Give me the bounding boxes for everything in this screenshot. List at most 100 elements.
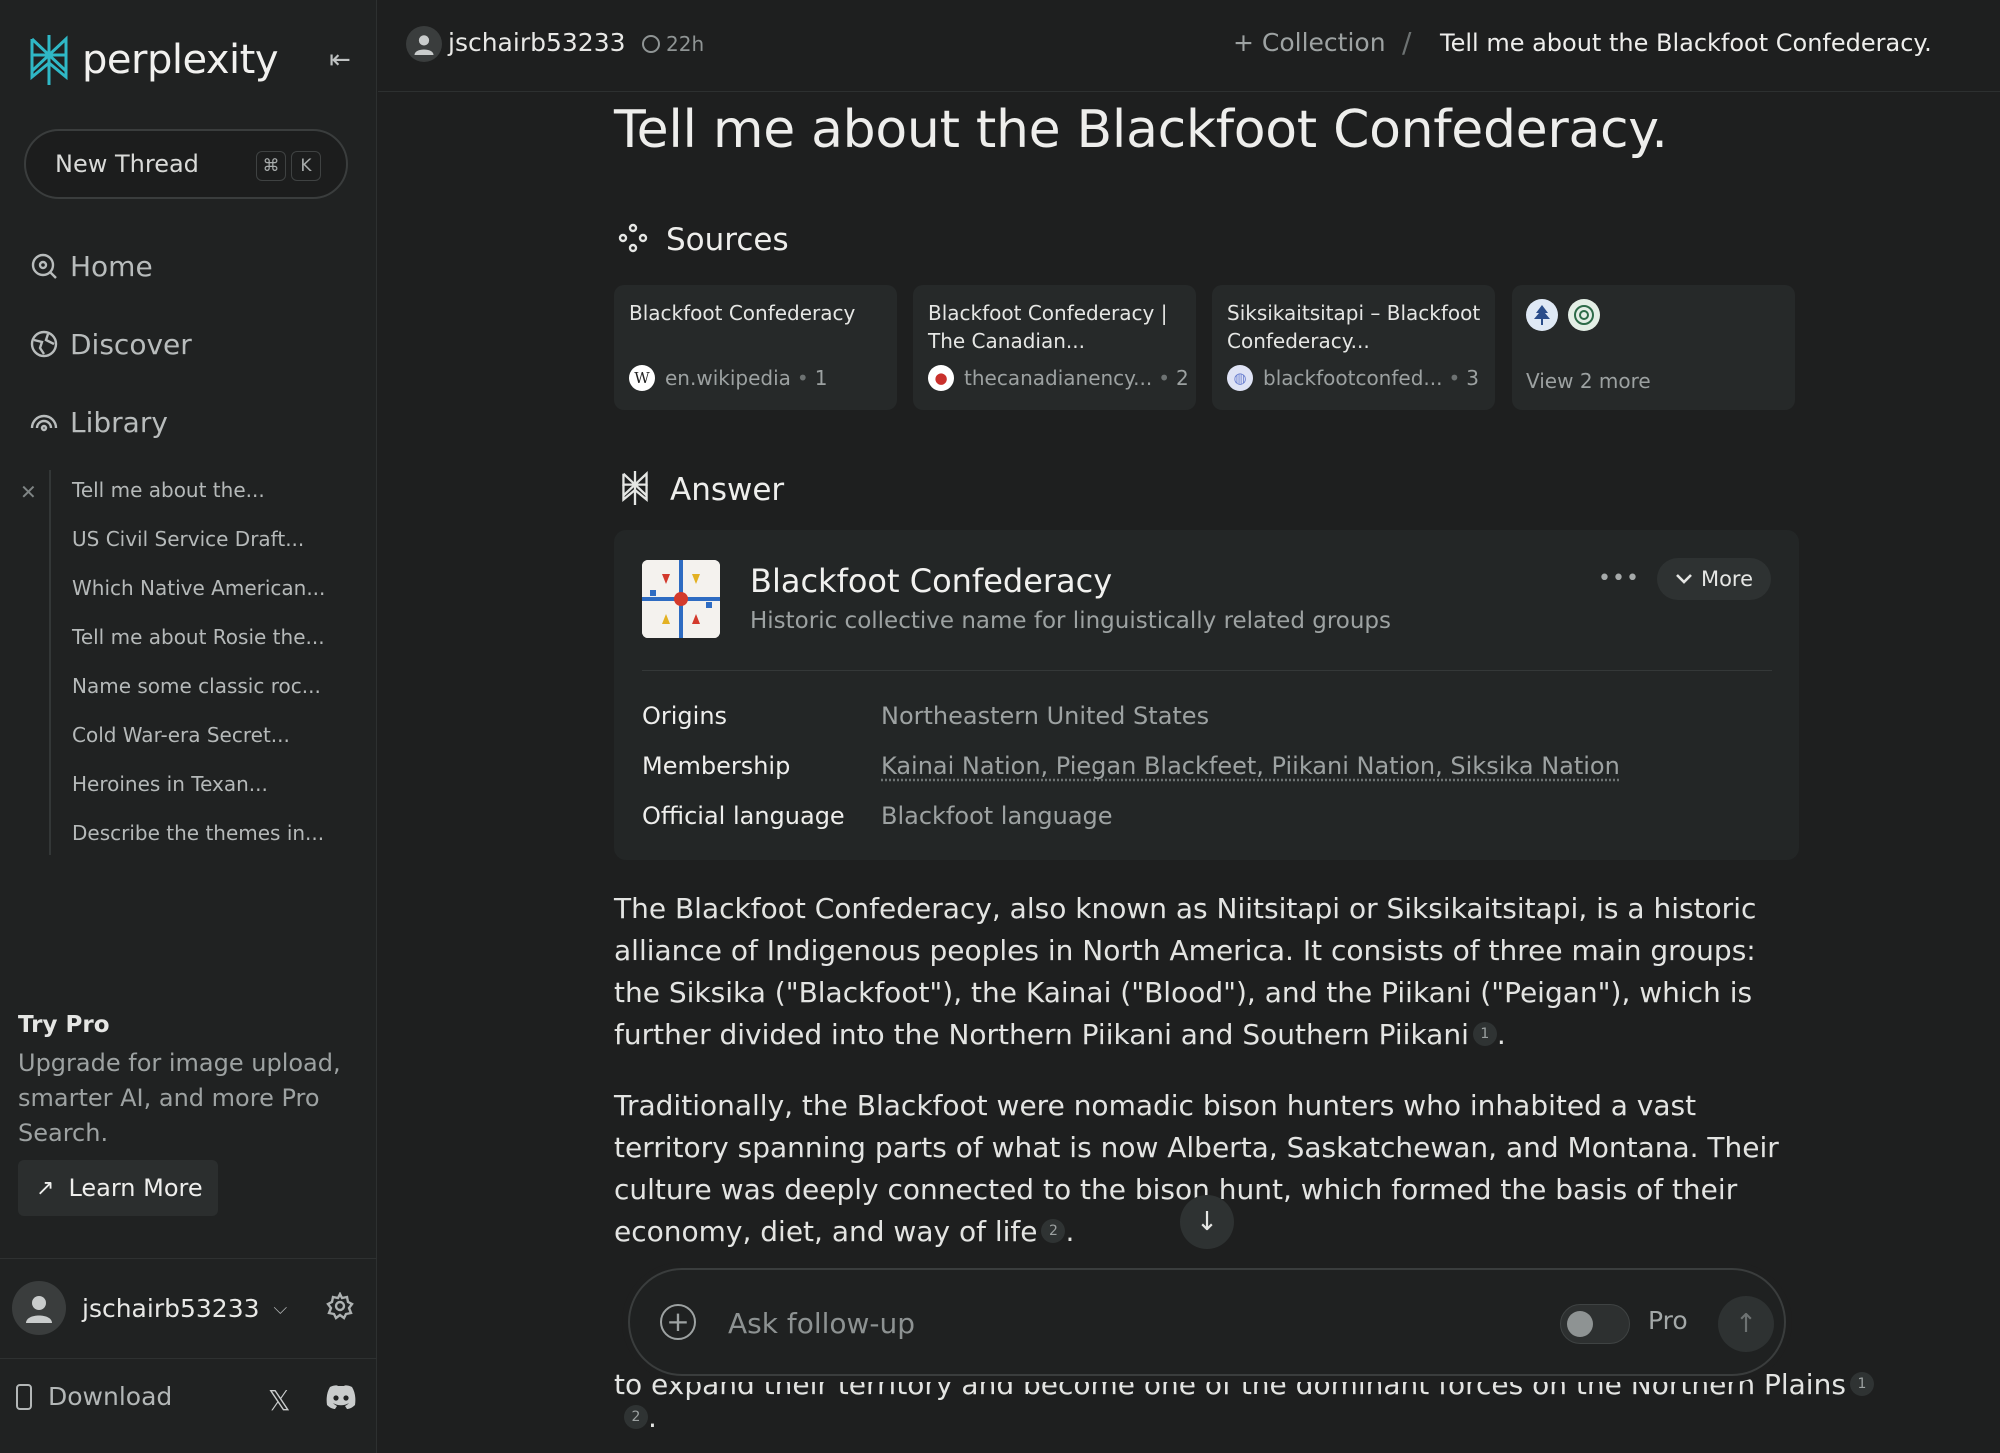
more-sources-icons — [1526, 299, 1610, 331]
nav-discover[interactable]: Discover — [28, 322, 192, 366]
submit-button[interactable]: ↑ — [1718, 1296, 1774, 1352]
knowledge-panel: Blackfoot Confederacy Historic collectiv… — [614, 530, 1799, 860]
dot-separator: • — [1448, 366, 1461, 390]
new-thread-button[interactable]: New Thread ⌘ K — [24, 129, 348, 199]
user-menu[interactable]: jschairb53233 ⌵ — [12, 1280, 362, 1336]
source-card[interactable]: Blackfoot Confederacy | The Canadian... … — [913, 285, 1196, 410]
source-meta: ● thecanadianency... • 2 — [928, 365, 1189, 391]
more-options-icon[interactable]: ••• — [1598, 566, 1640, 591]
arrow-up-right-icon: ↗ — [36, 1175, 55, 1201]
source-meta: W en.wikipedia • 1 — [629, 365, 827, 391]
seal-logo-icon — [1568, 299, 1600, 331]
source-meta: ◍ blackfootconfed... • 3 — [1227, 365, 1479, 391]
library-item[interactable]: Describe the themes in... — [72, 821, 324, 845]
more-button[interactable]: More — [1657, 558, 1771, 600]
fact-value: Northeastern United States — [881, 702, 1210, 730]
collapse-sidebar-icon[interactable]: ⇤ — [324, 44, 356, 76]
library-item[interactable]: Which Native American... — [72, 576, 325, 600]
perplexity-logo-icon — [30, 35, 68, 85]
pro-toggle[interactable] — [1560, 1304, 1630, 1344]
fact-key: Membership — [642, 752, 791, 780]
source-card[interactable]: Siksikaitsitapi – Blackfoot Confederacy.… — [1212, 285, 1495, 410]
source-card[interactable]: Blackfoot Confederacy W en.wikipedia • 1 — [614, 285, 897, 410]
library-item[interactable]: Tell me about the... — [72, 478, 265, 502]
library-item[interactable]: Heroines in Texan... — [72, 772, 268, 796]
source-index: 2 — [1176, 366, 1189, 390]
add-to-collection-button[interactable]: + Collection — [1233, 28, 1386, 57]
gear-icon[interactable] — [326, 1291, 356, 1322]
membership-links[interactable]: Kainai Nation, Piegan Blackfeet, Piikani… — [881, 752, 1620, 780]
paragraph-text: The Blackfoot Confederacy, also known as… — [614, 892, 1757, 1051]
x-twitter-icon[interactable]: 𝕏 — [268, 1384, 291, 1417]
thread-header: jschairb53233 22h + Collection / Tell me… — [378, 0, 2000, 92]
avatar — [12, 1281, 66, 1335]
attach-plus-icon[interactable]: + — [660, 1304, 696, 1340]
divider — [0, 1258, 377, 1259]
source-index: 1 — [814, 366, 828, 390]
new-thread-label: New Thread — [55, 150, 199, 178]
more-label: More — [1700, 567, 1754, 591]
nav-library-label: Library — [70, 405, 168, 439]
nav-discover-label: Discover — [70, 327, 192, 361]
fact-key: Official language — [642, 802, 845, 830]
dot-separator: • — [796, 366, 809, 390]
view-more-label: View 2 more — [1526, 369, 1651, 393]
library-item[interactable]: US Civil Service Draft... — [72, 527, 304, 551]
sources-icon — [618, 223, 648, 257]
source-index: 3 — [1466, 366, 1479, 390]
library-item[interactable]: Cold War-era Secret... — [72, 723, 290, 747]
clock-icon — [642, 35, 660, 53]
nav-library[interactable]: Library — [28, 400, 168, 444]
chevron-down-icon: ⌵ — [273, 1297, 288, 1319]
sidebar: perplexity ⇤ New Thread ⌘ K Home Discove… — [0, 0, 377, 1453]
answer-paragraph: The Blackfoot Confederacy, also known as… — [614, 892, 1757, 1051]
library-icon — [28, 406, 60, 438]
app-window: perplexity ⇤ New Thread ⌘ K Home Discove… — [0, 0, 2000, 1453]
thread-author[interactable]: jschairb53233 — [448, 28, 626, 57]
source-title: Blackfoot Confederacy — [629, 301, 856, 325]
dot-separator: • — [1158, 366, 1171, 390]
discord-icon[interactable] — [325, 1384, 357, 1412]
citation-badge[interactable]: 2 — [624, 1405, 648, 1429]
citation-badge[interactable]: 1 — [1849, 1372, 1874, 1396]
answer-header: Answer — [618, 468, 784, 512]
home-search-icon — [28, 250, 60, 282]
source-domain: en.wikipedia — [665, 366, 791, 390]
scroll-to-bottom-button[interactable]: ↓ — [1180, 1195, 1234, 1249]
nav-home[interactable]: Home — [28, 244, 153, 288]
arrow-up-icon: ↑ — [1735, 1309, 1757, 1339]
fact-value: Blackfoot language — [881, 802, 1113, 830]
try-pro-description: Upgrade for image upload, smarter AI, an… — [18, 1049, 341, 1147]
globe-icon — [28, 328, 60, 360]
citation-badge[interactable]: 2 — [1041, 1219, 1066, 1243]
close-icon[interactable]: ✕ — [20, 480, 37, 504]
library-item[interactable]: Name some classic roc... — [72, 674, 321, 698]
page-title: Tell me about the Blackfoot Confederacy. — [614, 100, 1668, 160]
learn-more-button[interactable]: ↗ Learn More — [18, 1160, 218, 1216]
breadcrumb-thread-title: Tell me about the Blackfoot Confederacy. — [1440, 29, 1932, 57]
avatar — [406, 26, 442, 62]
library-item[interactable]: Tell me about Rosie the... — [72, 625, 325, 649]
blackfoot-flag-image — [642, 560, 720, 638]
phone-icon — [16, 1383, 32, 1410]
download-link[interactable]: Download — [16, 1382, 172, 1411]
sources-label: Sources — [666, 222, 789, 258]
nav-home-label: Home — [70, 249, 153, 283]
source-domain: blackfootconfed... — [1263, 366, 1443, 390]
divider — [0, 1358, 377, 1359]
fact-value-links[interactable]: Kainai Nation, Piegan Blackfeet, Piikani… — [881, 752, 1620, 780]
thread-age: 22h — [642, 32, 704, 56]
chevron-down-icon — [1675, 570, 1693, 589]
follow-up-input[interactable] — [728, 1303, 1328, 1343]
sources-header: Sources — [618, 222, 789, 258]
brand-logo[interactable]: perplexity — [24, 30, 279, 90]
source-title: Siksikaitsitapi – Blackfoot Confederacy.… — [1227, 301, 1481, 353]
view-more-sources-card[interactable]: View 2 more — [1512, 285, 1795, 410]
wikipedia-icon: W — [629, 365, 655, 391]
canadian-encyclopedia-icon: ● — [928, 365, 954, 391]
citation-badge[interactable]: 1 — [1472, 1022, 1497, 1046]
user-name: jschairb53233 — [82, 1293, 260, 1323]
try-pro-title: Try Pro — [18, 1012, 110, 1038]
learn-more-label: Learn More — [68, 1174, 203, 1202]
fact-key: Origins — [642, 702, 728, 730]
